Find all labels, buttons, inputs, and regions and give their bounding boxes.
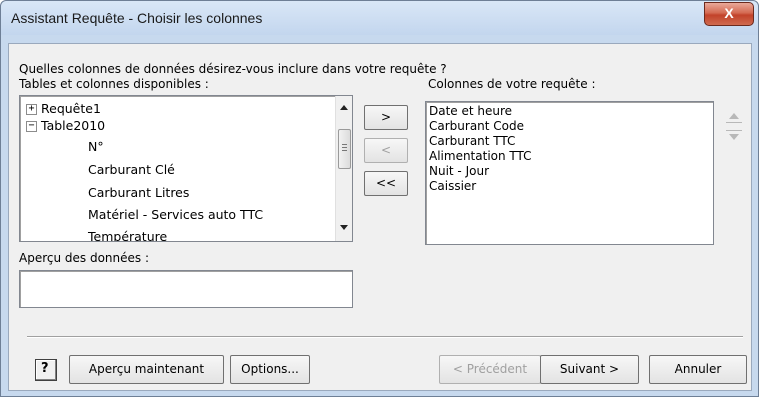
dialog-window: Assistant Requête - Choisir les colonnes…: [0, 0, 759, 397]
list-item[interactable]: Carburant TTC: [429, 134, 515, 148]
selected-columns-list[interactable]: Date et heure Carburant Code Carburant T…: [425, 101, 714, 245]
tree-item-column[interactable]: Carburant Clé: [88, 162, 175, 177]
tree-item-column[interactable]: N°: [88, 139, 104, 154]
remove-column-button[interactable]: <: [364, 138, 408, 163]
tree-item-requete1[interactable]: Requête1: [41, 101, 101, 116]
footer-separator: [27, 336, 743, 338]
available-scrollbar[interactable]: [335, 96, 352, 241]
close-icon: X: [724, 5, 734, 21]
dialog-body: Quelles colonnes de données désirez-vous…: [8, 43, 752, 391]
expand-requete1-icon[interactable]: +: [26, 104, 37, 115]
available-columns-tree[interactable]: + Requête1 − Table2010 N° Carburant Clé …: [19, 95, 353, 242]
help-icon: ?: [41, 361, 49, 376]
add-column-label: >: [380, 110, 392, 124]
list-item[interactable]: Alimentation TTC: [429, 149, 532, 163]
scroll-thumb[interactable]: [338, 129, 351, 169]
help-button[interactable]: ?: [35, 359, 57, 381]
tree-item-column[interactable]: Carburant Litres: [88, 185, 189, 200]
scroll-up-arrow-icon[interactable]: [340, 105, 348, 110]
list-item[interactable]: Caissier: [429, 179, 476, 193]
tree-item-column[interactable]: Température: [88, 229, 167, 241]
tree-item-table2010[interactable]: Table2010: [41, 118, 105, 133]
data-preview-box: [19, 270, 353, 308]
add-column-button[interactable]: >: [364, 105, 408, 130]
cancel-label: Annuler: [674, 362, 722, 376]
selected-columns-label: Colonnes de votre requête :: [428, 77, 596, 91]
move-down-topline: [726, 130, 742, 131]
move-down-button[interactable]: [724, 128, 744, 146]
remove-all-columns-button[interactable]: <<: [364, 171, 408, 196]
list-item[interactable]: Nuit - Jour: [429, 164, 489, 178]
list-item[interactable]: Carburant Code: [429, 119, 524, 133]
cancel-button[interactable]: Annuler: [649, 355, 747, 384]
preview-label: Aperçu des données :: [19, 251, 150, 265]
move-down-arrow-icon: [729, 134, 739, 140]
available-columns-label: Tables et colonnes disponibles :: [19, 77, 209, 91]
thumb-grip-icon: [342, 144, 347, 145]
preview-now-button[interactable]: Aperçu maintenant: [69, 355, 224, 384]
options-label: Options...: [241, 362, 299, 376]
title-bar[interactable]: Assistant Requête - Choisir les colonnes…: [1, 1, 758, 35]
scroll-down-arrow-icon[interactable]: [340, 225, 348, 230]
prompt-text: Quelles colonnes de données désirez-vous…: [19, 62, 447, 76]
next-button[interactable]: Suivant >: [540, 355, 639, 384]
tree-item-column[interactable]: Matériel - Services auto TTC: [88, 207, 263, 222]
close-button[interactable]: X: [704, 2, 754, 26]
next-label: Suivant >: [559, 362, 620, 376]
move-up-arrow-icon: [729, 113, 739, 119]
list-item[interactable]: Date et heure: [429, 104, 512, 118]
collapse-table2010-icon[interactable]: −: [26, 121, 37, 132]
options-button[interactable]: Options...: [230, 355, 310, 384]
remove-all-columns-label: <<: [375, 176, 397, 190]
previous-button[interactable]: < Précédent: [439, 355, 541, 384]
preview-now-label: Aperçu maintenant: [88, 362, 205, 376]
window-title: Assistant Requête - Choisir les colonnes: [11, 10, 263, 26]
move-up-button[interactable]: [724, 108, 744, 126]
remove-column-label: <: [380, 143, 392, 157]
previous-label: < Précédent: [452, 362, 528, 376]
move-up-baseline: [726, 122, 742, 123]
